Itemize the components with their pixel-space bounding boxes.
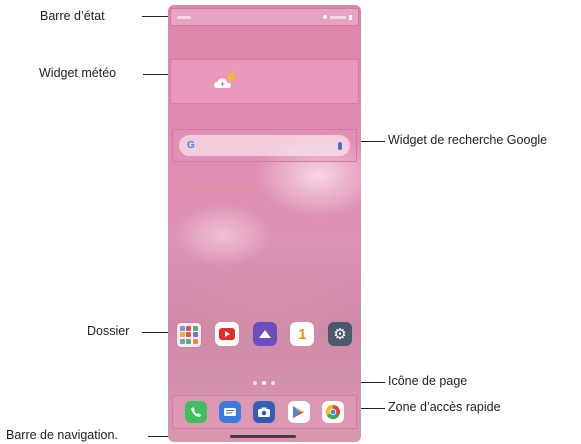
battery-icon	[349, 14, 352, 20]
weather-sun-cloud-icon	[214, 69, 239, 88]
number-one-icon: 1	[290, 322, 315, 346]
callout-line-google-search	[357, 141, 385, 142]
callout-quick-access: Zone d’accès rapide	[388, 400, 501, 414]
status-clock-area	[177, 15, 191, 19]
gallery-icon	[252, 322, 277, 346]
callout-line-weather-widget	[143, 74, 170, 75]
home-app-row: 1 ⚙	[174, 322, 355, 359]
phone-home-screen: G 1 ⚙	[168, 5, 361, 442]
quick-access-dock	[172, 395, 357, 429]
google-search-widget[interactable]: G	[172, 129, 357, 162]
google-logo-icon: G	[187, 140, 195, 151]
callout-folder: Dossier	[87, 324, 130, 338]
app-folder[interactable]	[174, 322, 204, 351]
youtube-icon	[214, 322, 239, 346]
signal-icon	[323, 15, 327, 19]
status-icons	[323, 14, 352, 20]
microphone-icon[interactable]	[338, 141, 342, 150]
navigation-bar[interactable]	[226, 433, 300, 440]
page-indicator[interactable]	[244, 379, 284, 387]
callout-navigation-bar: Barre de navigation.	[6, 428, 118, 442]
messages-icon[interactable]	[219, 401, 242, 423]
callout-google-search-widget: Widget de recherche Google	[388, 133, 548, 147]
callout-weather-widget: Widget météo	[39, 66, 117, 80]
status-text-area	[330, 15, 346, 19]
app-settings[interactable]: ⚙	[325, 322, 355, 346]
chrome-icon[interactable]	[321, 401, 344, 423]
navigation-handle[interactable]	[230, 435, 296, 438]
app-youtube[interactable]	[212, 322, 242, 346]
app-number-one[interactable]: 1	[287, 322, 317, 346]
camera-icon[interactable]	[253, 401, 276, 423]
callout-status-bar: Barre d’état	[40, 9, 105, 23]
play-store-icon[interactable]	[287, 401, 310, 423]
status-bar	[170, 8, 359, 26]
weather-widget[interactable]	[170, 59, 359, 104]
page-dot-current	[262, 381, 266, 385]
phone-icon[interactable]	[185, 401, 208, 423]
folder-icon	[176, 322, 202, 348]
settings-icon: ⚙	[328, 322, 352, 346]
callout-page-icon: Icône de page	[388, 374, 468, 388]
callout-line-status-bar	[142, 16, 170, 17]
callout-line-quick-access	[357, 408, 385, 409]
page-dot	[253, 381, 257, 385]
page-dot	[271, 381, 275, 385]
search-bar[interactable]: G	[179, 135, 350, 156]
app-gallery[interactable]	[250, 322, 280, 346]
